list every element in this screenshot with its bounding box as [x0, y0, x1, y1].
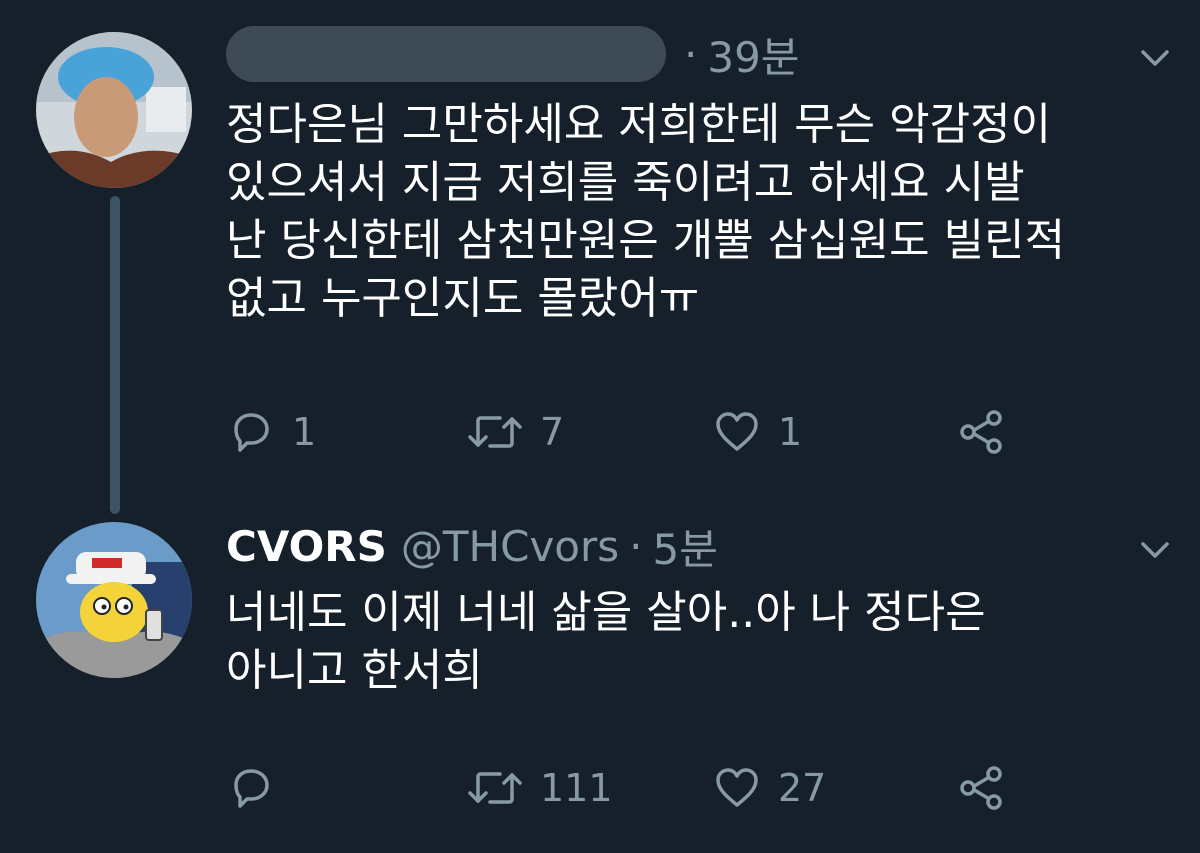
- share-icon: [960, 766, 1002, 810]
- tweet-text-line: 있으셔서 지금 저희를 죽이려고 하세요 시발: [226, 157, 1025, 208]
- redacted-author: [226, 26, 666, 82]
- reply-button[interactable]: [226, 758, 292, 818]
- tweet-time[interactable]: 5분: [653, 516, 718, 577]
- tweet-actions: 1 7 1: [226, 402, 1046, 462]
- tweet-actions: 111 27: [226, 758, 1046, 818]
- avatar[interactable]: [36, 32, 192, 188]
- like-icon: [716, 768, 758, 807]
- tweet-text-line: 너네도 이제 너네 삶을 살아..아 나 정다은: [226, 587, 986, 638]
- tweet-text-line: 아니고 한서희: [226, 645, 483, 696]
- retweet-icon: [468, 416, 522, 448]
- reply-button[interactable]: 1: [226, 402, 316, 462]
- like-button[interactable]: 1: [712, 402, 802, 462]
- avatar[interactable]: [36, 522, 192, 678]
- tweet-text: 정다은님 그만하세요 저희한테 무슨 악감정이 있으셔서 지금 저희를 죽이려고…: [226, 96, 1176, 328]
- user-handle[interactable]: @THCvors: [401, 522, 619, 571]
- share-icon: [960, 410, 1002, 454]
- tweet-time[interactable]: 39분: [707, 24, 799, 85]
- like-count: 27: [778, 766, 827, 810]
- tweet-text-line: 정다은님 그만하세요 저희한테 무슨 악감정이: [226, 99, 1052, 150]
- like-count: 1: [778, 410, 803, 454]
- like-icon: [716, 412, 758, 451]
- tweet-header: · 39분: [226, 24, 799, 84]
- separator-dot: ·: [629, 521, 643, 571]
- tweet-text-line: 없고 누구인지도 몰랐어ㅠ: [226, 273, 700, 324]
- share-button[interactable]: [956, 758, 1006, 818]
- retweet-count: 111: [540, 766, 613, 810]
- chevron-down-icon[interactable]: [1135, 38, 1175, 78]
- share-button[interactable]: [956, 402, 1006, 462]
- reply-icon: [234, 769, 269, 808]
- chevron-down-icon[interactable]: [1135, 530, 1175, 570]
- reply-count: 1: [292, 410, 317, 454]
- like-button[interactable]: 27: [712, 758, 826, 818]
- retweet-button[interactable]: 7: [466, 402, 564, 462]
- display-name[interactable]: CVORS: [226, 522, 387, 571]
- tweet-text: 너네도 이제 너네 삶을 살아..아 나 정다은 아니고 한서희: [226, 584, 1176, 700]
- retweet-icon: [468, 772, 522, 804]
- separator-dot: ·: [684, 29, 698, 79]
- tweet-text-line: 난 당신한테 삼천만원은 개뿔 삼십원도 빌린적: [226, 215, 1066, 266]
- reply-icon: [234, 413, 269, 452]
- thread-line: [110, 196, 120, 514]
- retweet-count: 7: [540, 410, 565, 454]
- tweet-header: CVORS @THCvors · 5분: [226, 516, 718, 576]
- retweet-button[interactable]: 111: [466, 758, 613, 818]
